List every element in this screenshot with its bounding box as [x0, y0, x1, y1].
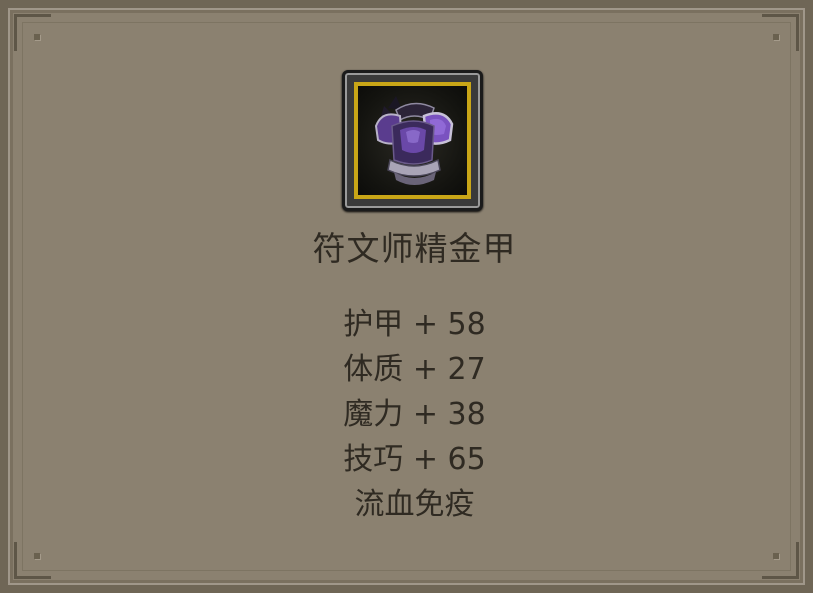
corner-ornament-bottom-left — [14, 542, 51, 579]
stat-magic: 魔力 + 38 — [343, 397, 486, 432]
stat-armor: 护甲 + 58 — [343, 307, 486, 342]
item-tooltip-panel: 符文师精金甲 护甲 + 58 体质 + 27 魔力 + 38 技巧 + 65 流… — [0, 0, 813, 593]
rivet-decoration — [34, 34, 40, 40]
corner-ornament-top-left — [14, 14, 51, 51]
rivet-decoration — [773, 553, 779, 559]
item-icon-frame — [342, 70, 483, 211]
stat-bleed-immunity: 流血免疫 — [354, 487, 475, 522]
item-name: 符文师精金甲 — [312, 229, 517, 268]
corner-ornament-bottom-right — [762, 542, 799, 579]
corner-ornament-top-right — [762, 14, 799, 51]
purple-armor-icon — [374, 96, 454, 185]
stat-skill: 技巧 + 65 — [343, 442, 486, 477]
stat-constitution: 体质 + 27 — [343, 352, 486, 387]
item-icon-slot — [354, 82, 471, 199]
item-stats-list: 护甲 + 58 体质 + 27 魔力 + 38 技巧 + 65 流血免疫 — [8, 302, 813, 527]
rivet-decoration — [773, 34, 779, 40]
rivet-decoration — [34, 553, 40, 559]
